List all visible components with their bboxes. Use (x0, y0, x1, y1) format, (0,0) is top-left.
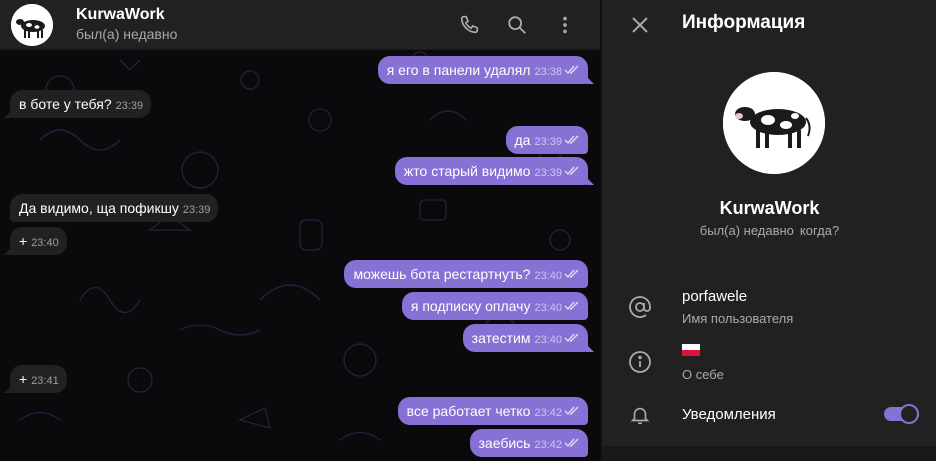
chat-title[interactable]: KurwaWork (76, 6, 165, 24)
message-time: 23:39 (534, 167, 562, 179)
bio-label: О себе (682, 367, 724, 382)
message-time: 23:39 (534, 136, 562, 148)
message-text: + (19, 233, 28, 249)
message-outgoing[interactable]: я подписку оплачу 23:40 (401, 292, 588, 320)
message-list: я его в панели удалял 23:38 в боте у тебя… (0, 0, 600, 461)
profile-name: KurwaWork (719, 198, 820, 218)
message-text: Да видимо, ща пофикшу (19, 200, 179, 216)
message-text: в боте у тебя? (19, 96, 112, 112)
message-text: + (19, 371, 28, 387)
message-text: все работает четко (406, 403, 531, 419)
bell-icon (626, 401, 654, 429)
message-incoming[interactable]: Да видимо, ща пофикшу 23:39 (10, 194, 219, 222)
message-text: затестим (471, 330, 531, 346)
message-text: я подписку оплачу (410, 298, 531, 314)
message-time: 23:39 (182, 204, 211, 216)
message-time: 23:40 (31, 237, 59, 249)
chat-pane: KurwaWork был(а) недавно я его в панели … (0, 0, 600, 461)
message-text: заебись (478, 435, 531, 451)
message-outgoing[interactable]: можешь бота рестартнуть? 23:40 (344, 260, 588, 288)
bio-value[interactable]: 🇵🇱 (682, 343, 700, 360)
message-time: 23:39 (115, 100, 144, 112)
last-seen-when-link[interactable]: когда? (800, 223, 839, 238)
message-incoming[interactable]: в боте у тебя? 23:39 (4, 90, 152, 118)
double-check-icon (564, 406, 579, 416)
double-check-icon (564, 135, 579, 145)
message-incoming[interactable]: +23:40 (4, 227, 67, 255)
cow-avatar-image (723, 72, 825, 174)
message-outgoing[interactable]: я его в панели удалял 23:38 (377, 56, 594, 84)
message-time: 23:41 (31, 375, 59, 387)
message-time: 23:40 (534, 302, 562, 314)
close-icon[interactable] (626, 11, 654, 39)
notifications-toggle[interactable] (884, 404, 919, 424)
phone-icon[interactable] (455, 11, 483, 39)
message-time: 23:42 (534, 407, 562, 419)
double-check-icon (564, 166, 579, 176)
info-panel: Информация KurwaWork был(а) недавно когда… (601, 0, 936, 461)
message-outgoing[interactable]: затестим 23:40 (462, 324, 594, 352)
notifications-label: Уведомления (682, 406, 776, 423)
message-text: я его в панели удалял (386, 62, 531, 78)
chat-header: KurwaWork был(а) недавно (0, 0, 600, 50)
at-sign-icon (626, 293, 654, 321)
info-title: Информация (682, 12, 806, 33)
double-check-icon (564, 301, 579, 311)
message-time: 23:38 (534, 66, 562, 78)
double-check-icon (564, 269, 579, 279)
more-vertical-icon[interactable] (551, 11, 579, 39)
message-text: можешь бота рестартнуть? (353, 266, 531, 282)
double-check-icon (564, 65, 579, 75)
search-icon[interactable] (503, 11, 531, 39)
poland-flag-icon (682, 344, 700, 356)
message-time: 23:42 (534, 439, 562, 451)
profile-avatar[interactable] (723, 72, 825, 174)
cow-avatar-image (11, 4, 53, 46)
profile-status-text: был(а) недавно (699, 223, 794, 238)
message-time: 23:40 (534, 334, 562, 346)
profile-status: был(а) недавно когда? (602, 223, 936, 238)
message-text: жто старый видимо (403, 163, 531, 179)
message-outgoing[interactable]: все работает четко 23:42 (397, 397, 588, 425)
info-icon (626, 348, 654, 376)
panel-bottom-divider (602, 446, 936, 461)
message-outgoing[interactable]: жто старый видимо 23:39 (394, 157, 594, 185)
message-outgoing[interactable]: заебись 23:42 (469, 429, 588, 457)
chat-status: был(а) недавно (76, 26, 178, 42)
message-outgoing[interactable]: да 23:39 (505, 126, 588, 154)
message-text: да (514, 132, 531, 148)
message-time: 23:40 (534, 270, 562, 282)
double-check-icon (564, 438, 579, 448)
username-value[interactable]: porfawele (682, 288, 747, 305)
message-incoming[interactable]: +23:41 (4, 365, 67, 393)
double-check-icon (564, 333, 579, 343)
chat-avatar[interactable] (11, 4, 53, 46)
username-label: Имя пользователя (682, 311, 794, 326)
